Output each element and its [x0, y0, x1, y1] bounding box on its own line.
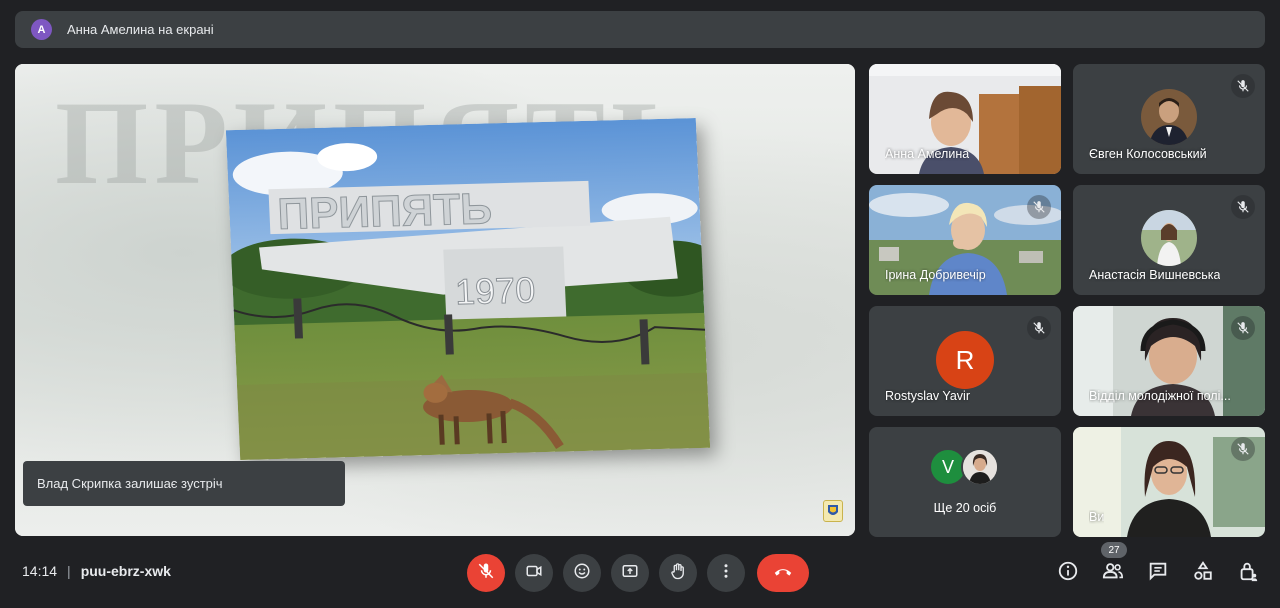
shapes-icon [1192, 560, 1214, 587]
more-participants-label: Ще 20 осіб [933, 501, 997, 515]
emoji-icon [573, 562, 591, 585]
presenter-avatar: А [31, 19, 52, 40]
more-vert-icon [717, 562, 735, 585]
activities-button[interactable] [1189, 559, 1217, 587]
participant-name: Анна Амелина [885, 147, 970, 161]
participant-tile[interactable]: R Rostyslav Yavir [869, 306, 1061, 416]
more-participants-tile[interactable]: V Ще 20 осіб [869, 427, 1061, 537]
presenting-banner: А Анна Амелина на екрані [15, 11, 1265, 48]
letter-avatar: R [936, 331, 994, 389]
self-tile[interactable]: Ви [1073, 427, 1265, 537]
meeting-info-separator: | [67, 563, 71, 579]
participant-left-toast: Влад Скрипка залишає зустріч [23, 461, 345, 506]
participant-name: Відділ молодіжної полі... [1089, 389, 1231, 403]
chat-icon [1147, 560, 1169, 587]
info-icon [1057, 560, 1079, 587]
host-controls-button[interactable] [1234, 559, 1262, 587]
people-button[interactable]: 27 [1099, 542, 1127, 587]
side-panel-buttons: 27 [1054, 542, 1279, 587]
avatar [961, 448, 999, 486]
avatar [1141, 89, 1197, 145]
sign-year: 1970 [454, 269, 536, 312]
mic-off-icon [1231, 74, 1255, 98]
participant-tile[interactable]: Євген Колосовський [1073, 64, 1265, 174]
people-count-badge: 27 [1101, 542, 1127, 558]
shared-screen[interactable]: ПРИПЯТЬ ПРИ [15, 64, 855, 536]
present-icon [621, 562, 639, 585]
participant-name: Євген Колосовський [1089, 147, 1207, 161]
participant-name: Анастасія Вишневська [1089, 268, 1221, 282]
participant-tile[interactable]: Ірина Добривечір [869, 185, 1061, 295]
more-avatars-group: V [929, 448, 1005, 486]
meeting-code: puu-ebrz-xwk [80, 563, 171, 579]
presenting-text: Анна Амелина на екрані [67, 22, 214, 37]
lock-person-icon [1237, 560, 1259, 587]
more-options-button[interactable] [707, 554, 745, 592]
meeting-info: 14:14 | puu-ebrz-xwk [22, 563, 171, 579]
meeting-time: 14:14 [22, 563, 58, 579]
participant-name: Ви [1089, 510, 1105, 524]
crest-icon [823, 500, 843, 522]
participant-name: Ірина Добривечір [885, 268, 986, 282]
mic-off-icon [1231, 195, 1255, 219]
mic-off-icon [1027, 316, 1051, 340]
people-icon [1102, 560, 1124, 587]
call-end-icon [772, 560, 794, 587]
reactions-button[interactable] [563, 554, 601, 592]
avatar [1141, 210, 1197, 266]
participant-tile[interactable]: Анастасія Вишневська [1073, 185, 1265, 295]
participant-tile[interactable]: Анна Амелина [869, 64, 1061, 174]
call-controls [467, 554, 819, 592]
camera-icon [525, 562, 543, 585]
microphone-toggle-button[interactable] [467, 554, 505, 592]
raise-hand-button[interactable] [659, 554, 697, 592]
hand-icon [669, 562, 687, 585]
mic-off-icon [1231, 437, 1255, 461]
participant-name: Rostyslav Yavir [885, 389, 970, 403]
participant-tile[interactable]: Відділ молодіжної полі... [1073, 306, 1265, 416]
sign-word: ПРИПЯТЬ [276, 184, 492, 239]
slide-photo: ПРИПЯТЬ 1970 [225, 118, 711, 460]
present-screen-button[interactable] [611, 554, 649, 592]
mic-off-icon [1231, 316, 1255, 340]
mic-off-icon [477, 562, 495, 585]
chat-button[interactable] [1144, 559, 1172, 587]
leave-call-button[interactable] [757, 554, 809, 592]
meeting-details-button[interactable] [1054, 559, 1082, 587]
camera-toggle-button[interactable] [515, 554, 553, 592]
mic-off-icon [1027, 195, 1051, 219]
